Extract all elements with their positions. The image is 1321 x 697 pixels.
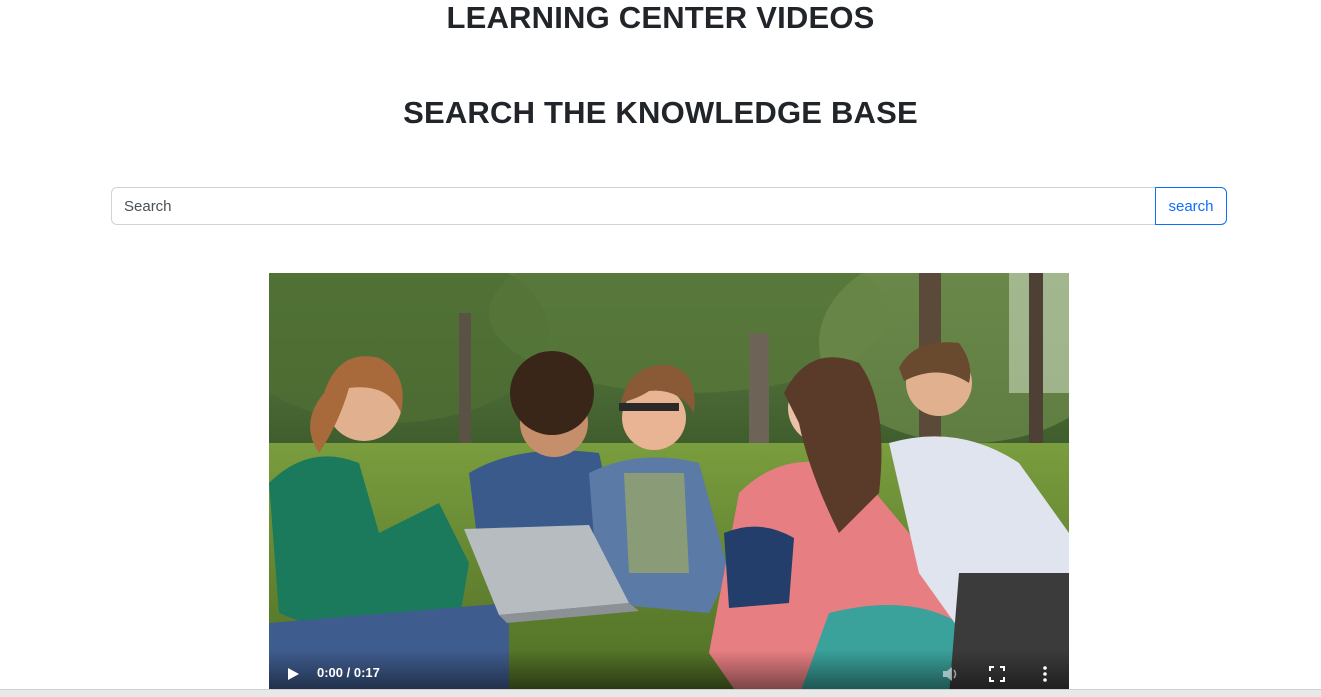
play-icon[interactable] — [285, 666, 301, 682]
search-input[interactable] — [111, 187, 1155, 225]
fullscreen-icon[interactable] — [989, 666, 1005, 682]
time-display: 0:00 / 0:17 — [317, 665, 380, 680]
search-button[interactable]: search — [1155, 187, 1227, 225]
video-thumbnail — [269, 273, 1069, 696]
page-title: LEARNING CENTER VIDEOS — [446, 0, 875, 35]
video-player[interactable]: 0:00 / 0:17 — [269, 273, 1069, 696]
volume-icon[interactable] — [941, 665, 959, 683]
search-bar: search — [111, 187, 1227, 225]
more-options-icon[interactable] — [1037, 665, 1053, 683]
search-section-title: SEARCH THE KNOWLEDGE BASE — [403, 95, 918, 130]
